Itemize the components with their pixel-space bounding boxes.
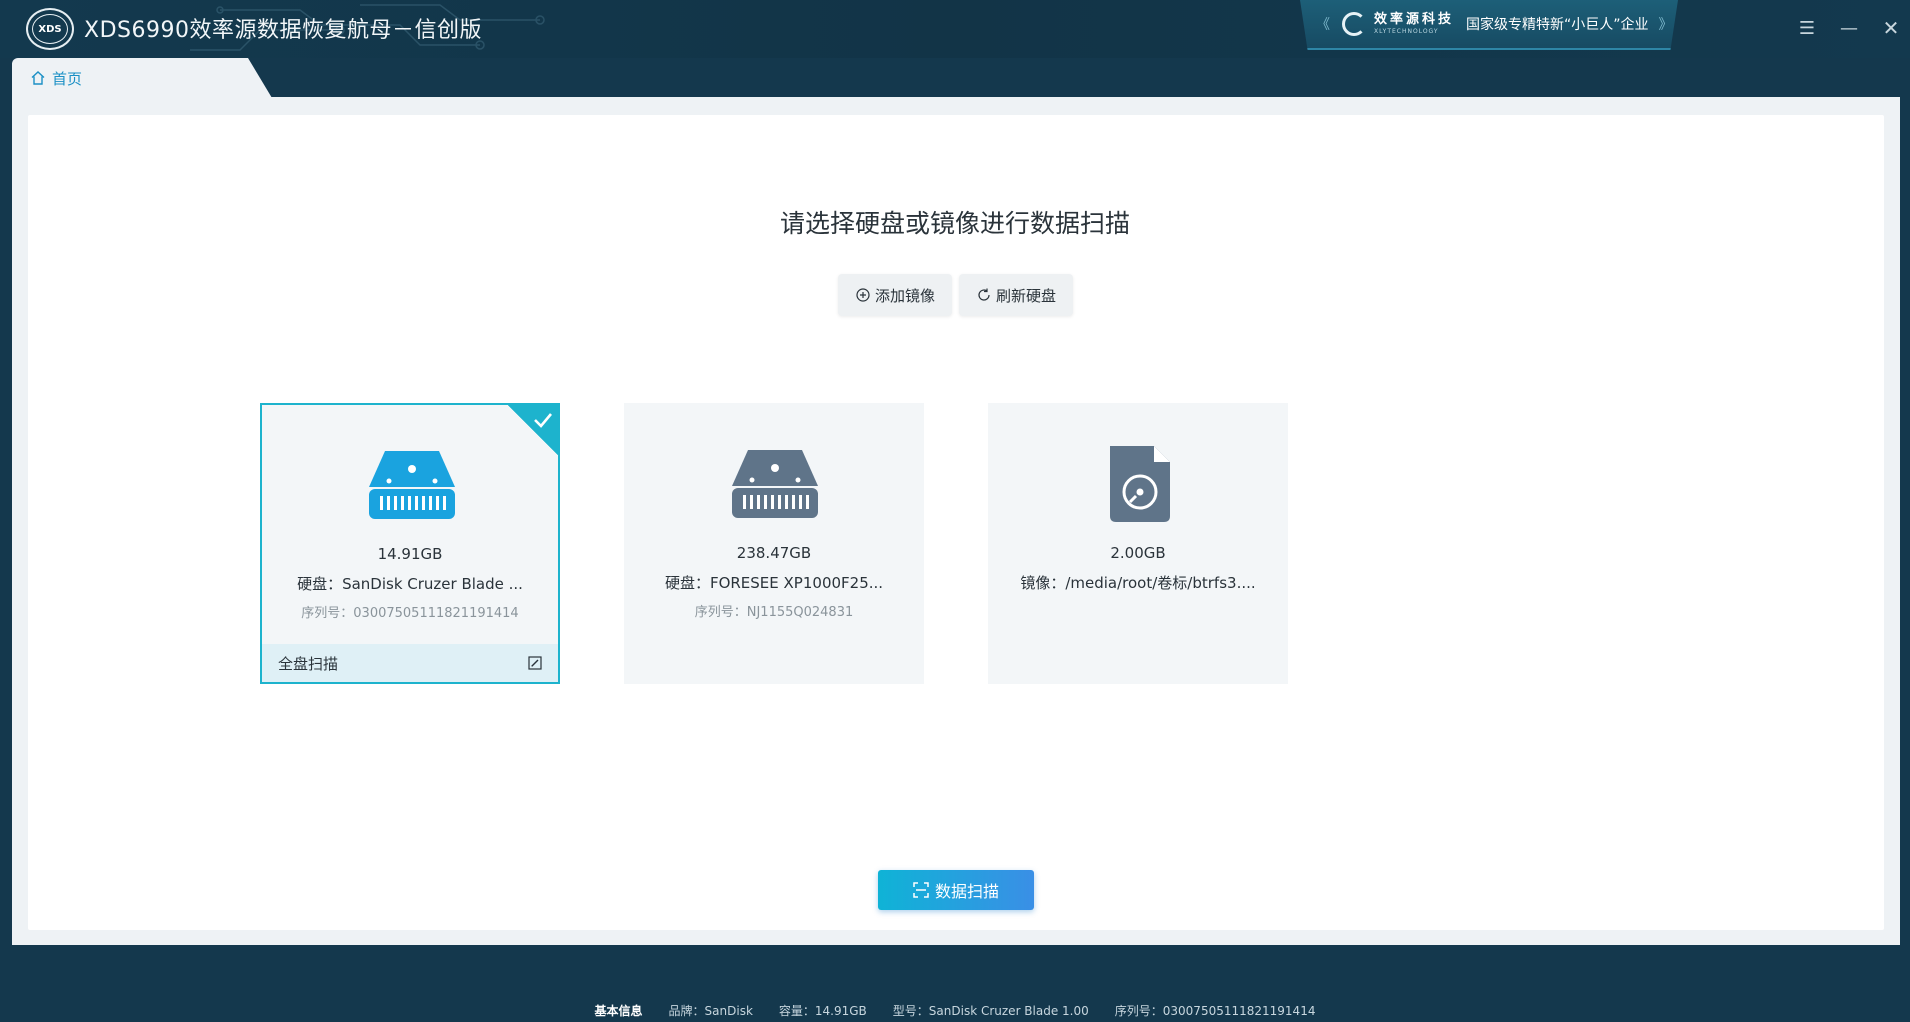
disk-name: 硬盘：FORESEE XP1000F25... bbox=[664, 574, 884, 592]
full-scan-label: 全盘扫描 bbox=[278, 654, 339, 673]
app-logo: XDS bbox=[26, 8, 74, 50]
status-capacity: 容量：14.91GB bbox=[778, 1004, 867, 1018]
bracket-left-icon: 《 bbox=[1316, 17, 1330, 33]
status-title: 基本信息 bbox=[594, 1004, 643, 1018]
disk-size: 238.47GB bbox=[736, 544, 812, 562]
title-bar: XDS XDS6990效率源数据恢复航母－信创版 《 效率源科技 XLYTECH… bbox=[0, 0, 1910, 58]
tab-home-label: 首页 bbox=[52, 69, 83, 88]
bracket-right-icon: 》 bbox=[1658, 17, 1673, 33]
page-heading: 请选择硬盘或镜像进行数据扫描 bbox=[779, 209, 1130, 238]
disk-size: 14.91GB bbox=[377, 545, 443, 563]
status-model: 型号：SanDisk Cruzer Blade 1.00 bbox=[892, 1004, 1089, 1018]
add-image-button[interactable]: 添加镜像 bbox=[838, 274, 952, 316]
tab-home[interactable]: 首页 bbox=[12, 58, 272, 98]
home-icon bbox=[31, 71, 45, 85]
image-path: 镜像：/media/root/卷标/btrfs3.... bbox=[1020, 574, 1256, 592]
disk-serial: 序列号：NJ1155Q024831 bbox=[694, 605, 854, 620]
status-info: 基本信息 品牌：SanDisk 容量：14.91GB 型号：SanDisk Cr… bbox=[0, 1002, 1910, 1019]
menu-icon[interactable]: ☰ bbox=[1793, 14, 1821, 42]
refresh-disk-label: 刷新硬盘 bbox=[995, 286, 1056, 305]
status-serial: 序列号：03007505111821191414 bbox=[1114, 1004, 1316, 1018]
brand-banner: 《 效率源科技 XLYTECHNOLOGY 国家级专精特新“小巨人”企业 》 bbox=[1300, 0, 1678, 50]
disk-card-foresee[interactable]: 238.47GB 硬盘：FORESEE XP1000F25... 序列号：NJ1… bbox=[624, 403, 924, 684]
check-icon bbox=[534, 413, 552, 428]
edit-icon[interactable] bbox=[528, 656, 542, 670]
refresh-icon bbox=[978, 288, 990, 301]
image-size: 2.00GB bbox=[1110, 544, 1166, 562]
brand-swirl-icon bbox=[1342, 12, 1366, 36]
status-brand: 品牌：SanDisk bbox=[668, 1004, 753, 1018]
image-card[interactable]: 2.00GB 镜像：/media/root/卷标/btrfs3.... bbox=[988, 403, 1288, 684]
data-scan-button[interactable]: 数据扫描 bbox=[878, 870, 1034, 910]
close-icon[interactable]: ✕ bbox=[1877, 14, 1905, 42]
add-image-label: 添加镜像 bbox=[874, 286, 935, 305]
brand-subtitle: XLYTECHNOLOGY bbox=[1374, 28, 1439, 35]
data-scan-label: 数据扫描 bbox=[934, 882, 999, 901]
refresh-disk-button[interactable]: 刷新硬盘 bbox=[959, 274, 1073, 316]
app-logo-text: XDS bbox=[32, 14, 68, 44]
brand-text: 效率源科技 XLYTECHNOLOGY bbox=[1374, 13, 1454, 35]
full-scan-bar[interactable]: 全盘扫描 bbox=[262, 644, 558, 682]
app-title: XDS6990效率源数据恢复航母－信创版 bbox=[84, 18, 482, 43]
disk-card-sandisk[interactable]: 14.91GB 硬盘：SanDisk Cruzer Blade ... 序列号：… bbox=[260, 403, 560, 684]
hard-disk-icon bbox=[732, 450, 818, 518]
brand-name: 效率源科技 bbox=[1374, 12, 1455, 27]
scan-icon bbox=[913, 882, 929, 898]
minimize-icon[interactable]: — bbox=[1835, 14, 1863, 42]
disk-name: 硬盘：SanDisk Cruzer Blade ... bbox=[297, 575, 523, 593]
disk-image-icon bbox=[1110, 446, 1170, 522]
brand-slogan: 国家级专精特新“小巨人”企业 bbox=[1466, 17, 1649, 33]
add-circle-icon bbox=[856, 288, 870, 302]
hard-disk-icon bbox=[369, 451, 455, 519]
disk-serial: 序列号：03007505111821191414 bbox=[301, 606, 519, 621]
